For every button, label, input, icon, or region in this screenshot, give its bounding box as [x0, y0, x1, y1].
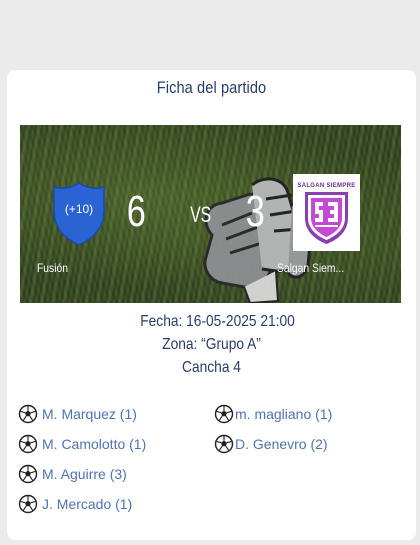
soccer-ball-icon — [18, 404, 38, 424]
match-field: Cancha 4 — [182, 359, 241, 376]
away-team-name: Salgan Siem... — [277, 261, 345, 275]
soccer-ball-icon — [18, 464, 38, 484]
away-scorer-row: m. magliano (1) — [214, 399, 332, 429]
scorers-section: M. Marquez (1) M. Camolotto (1) M. Aguir… — [18, 399, 408, 529]
home-scorer-row: J. Mercado (1) — [18, 489, 146, 519]
scorer-name: M. Aguirre (3) — [42, 466, 127, 482]
card-title: Ficha del partido — [156, 78, 267, 97]
home-score: 6 — [126, 187, 146, 236]
soccer-ball-icon — [214, 434, 234, 454]
match-date: Fecha: 16-05-2025 21:00 — [140, 313, 295, 330]
match-banner: (+10) Fusión 6 VS 3 SALGAN SIEMPRE Salga… — [20, 125, 401, 303]
soccer-ball-icon — [18, 494, 38, 514]
away-team-logo-icon — [305, 192, 348, 244]
home-scorer-row: M. Camolotto (1) — [18, 429, 146, 459]
soccer-ball-icon — [18, 434, 38, 454]
scorer-name: M. Marquez (1) — [42, 406, 137, 422]
away-team-badge: SALGAN SIEMPRE — [293, 174, 360, 251]
match-zone: Zona: “Grupo A” — [162, 336, 261, 353]
home-scorers-list: M. Marquez (1) M. Camolotto (1) M. Aguir… — [18, 399, 146, 519]
home-team-badge-icon: (+10) — [53, 182, 105, 246]
scorer-name: J. Mercado (1) — [42, 496, 133, 512]
vs-label: VS — [190, 202, 212, 227]
home-team-name: Fusión — [37, 261, 68, 275]
soccer-ball-icon — [214, 404, 234, 424]
scorer-name: m. magliano (1) — [235, 406, 333, 422]
away-score: 3 — [245, 187, 265, 236]
home-scorer-row: M. Marquez (1) — [18, 399, 146, 429]
home-badge-text: (+10) — [65, 202, 93, 216]
away-scorers-list: m. magliano (1) D. Genevro (2) — [214, 399, 332, 459]
match-card: Ficha del partido (+10) Fusión 6 VS 3 SA… — [7, 70, 416, 540]
scorer-name: M. Camolotto (1) — [42, 436, 147, 452]
away-scorer-row: D. Genevro (2) — [214, 429, 332, 459]
scorer-name: D. Genevro (2) — [235, 436, 328, 452]
home-scorer-row: M. Aguirre (3) — [18, 459, 146, 489]
